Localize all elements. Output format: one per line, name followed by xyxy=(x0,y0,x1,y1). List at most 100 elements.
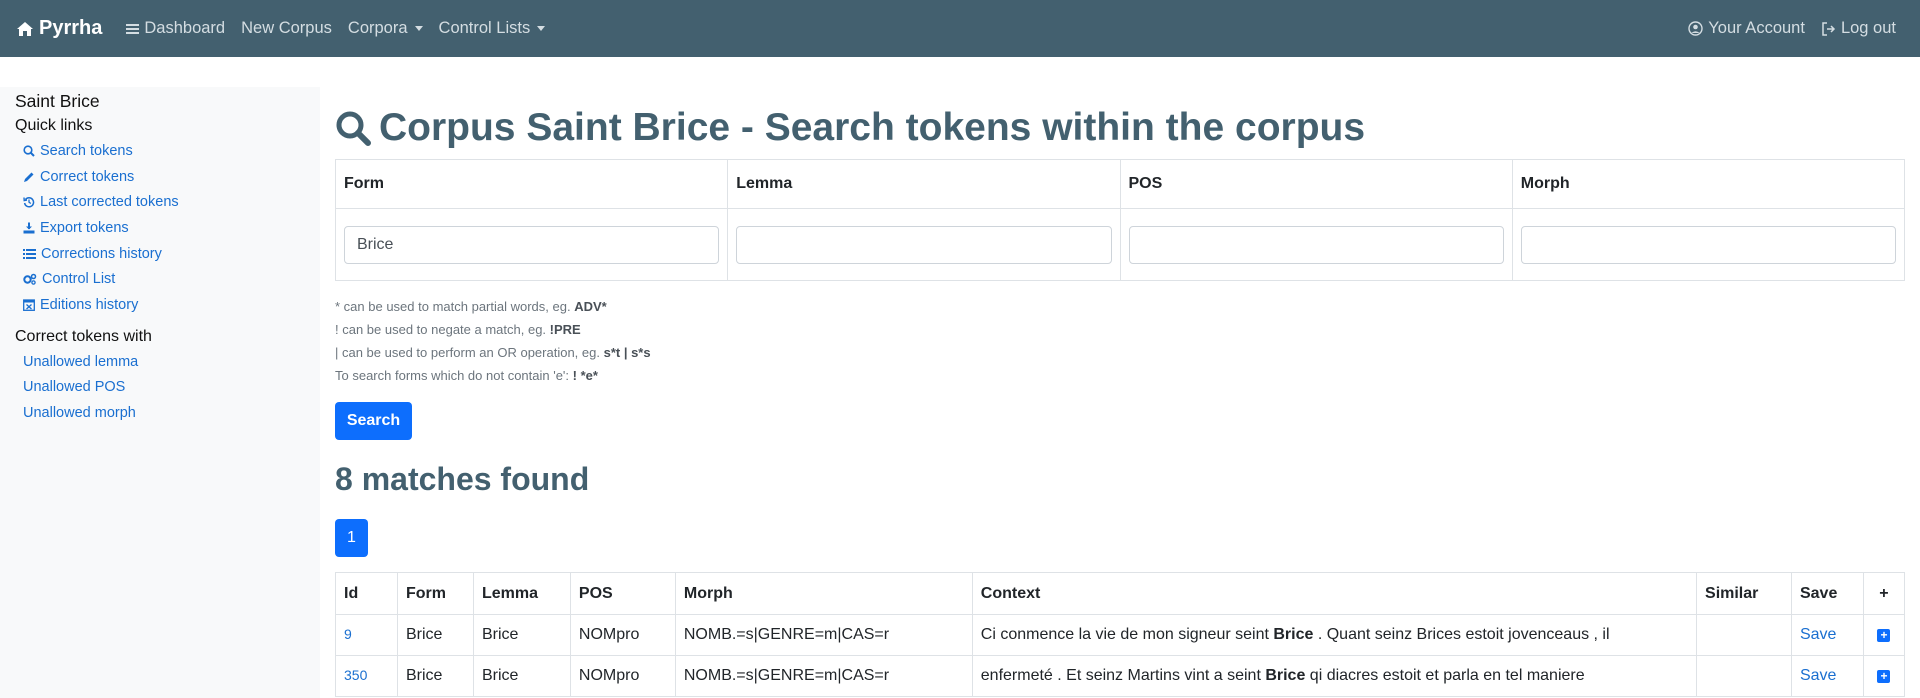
search-cell-morph xyxy=(1511,208,1906,281)
sidebar-link-label: Unallowed POS xyxy=(23,379,126,396)
hint-text: | can be used to perform an OR operation… xyxy=(335,345,604,360)
search-header-morph: Morph xyxy=(1511,159,1906,209)
caret-down-icon xyxy=(537,26,546,31)
cell-pos[interactable]: NOMpro xyxy=(569,614,676,656)
nav-control-lists-dropdown[interactable]: Control Lists xyxy=(439,19,546,38)
cell-add: + xyxy=(1862,655,1906,697)
sidebar-link-unallowed-lemma[interactable]: Unallowed lemma xyxy=(15,349,305,375)
nav-new-corpus[interactable]: New Corpus xyxy=(241,19,332,38)
lemma-input[interactable] xyxy=(736,225,1112,264)
sidebar-link-label: Control List xyxy=(42,271,116,288)
hint-example: ADV* xyxy=(574,299,607,314)
form-input[interactable] xyxy=(344,225,720,264)
context-before: Ci conmence la vie de mon signeur seint xyxy=(980,626,1274,643)
cell-similar xyxy=(1696,614,1792,656)
hint-text: To search forms which do not contain 'e'… xyxy=(335,368,573,383)
list-icon xyxy=(23,248,36,259)
top-navbar: Pyrrha Dashboard New Corpus Corpora Cont… xyxy=(0,0,1920,57)
sidebar-link-unallowed-morph[interactable]: Unallowed morph xyxy=(15,400,305,426)
nav-account-label: Your Account xyxy=(1708,19,1805,37)
cell-lemma[interactable]: Brice xyxy=(472,655,571,697)
sidebar-link-corrections-history[interactable]: Corrections history xyxy=(15,241,305,267)
nav-dashboard[interactable]: Dashboard xyxy=(126,19,225,38)
plus-square-icon[interactable]: + xyxy=(1877,670,1891,683)
sidebar-link-label: Editions history xyxy=(40,296,139,313)
sidebar-link-unallowed-pos[interactable]: Unallowed POS xyxy=(15,375,305,401)
nav-account[interactable]: Your Account xyxy=(1688,19,1805,38)
pos-input[interactable] xyxy=(1128,225,1504,264)
gears-icon xyxy=(23,274,37,286)
sign-out-icon xyxy=(1822,21,1835,36)
col-header-pos: POS xyxy=(569,572,676,615)
context-after: . Quant seinz Brices estoit jovenceaus ,… xyxy=(1313,626,1610,643)
sidebar-link-last-corrected[interactable]: Last corrected tokens xyxy=(15,189,305,215)
nav-corpora-dropdown[interactable]: Corpora xyxy=(348,19,423,38)
sidebar-link-label: Export tokens xyxy=(40,219,129,236)
sidebar-corpus-name: Saint Brice xyxy=(15,91,100,111)
context-token: Brice xyxy=(1273,626,1314,643)
search-button[interactable]: Search xyxy=(335,402,412,440)
sidebar-link-control-list[interactable]: Control List xyxy=(15,266,305,292)
cell-morph[interactable]: NOMB.=s|GENRE=m|CAS=r xyxy=(674,655,973,697)
cell-morph[interactable]: NOMB.=s|GENRE=m|CAS=r xyxy=(674,614,973,656)
cell-form[interactable]: Brice xyxy=(396,614,474,656)
hint-text: ! can be used to negate a match, eg. xyxy=(335,322,550,337)
search-header-row: Form Lemma POS Morph xyxy=(334,159,1906,209)
search-cell-form xyxy=(334,208,729,281)
sidebar-quick-links-title: Quick links xyxy=(15,117,93,134)
page-title: Corpus Saint Brice - Search tokens withi… xyxy=(335,103,1905,153)
page-title-text: Corpus Saint Brice - Search tokens withi… xyxy=(379,106,1366,149)
results-table: Id Form Lemma POS Morph Context Similar … xyxy=(335,572,1906,697)
nav-control-lists-label: Control Lists xyxy=(438,19,531,37)
cell-id: 350 xyxy=(335,655,398,697)
bars-icon xyxy=(126,23,140,34)
search-form-table: Form Lemma POS Morph xyxy=(334,159,1906,281)
search-hints: * can be used to match partial words, eg… xyxy=(335,295,651,387)
pagination-page-1[interactable]: 1 xyxy=(335,519,368,557)
main-content: Corpus Saint Brice - Search tokens withi… xyxy=(334,103,1906,697)
token-id-link[interactable]: 9 xyxy=(344,626,352,642)
save-link[interactable]: Save xyxy=(1800,626,1836,643)
caret-down-icon xyxy=(414,26,423,31)
cell-lemma[interactable]: Brice xyxy=(472,614,571,656)
home-icon xyxy=(17,21,33,36)
sidebar-link-correct-tokens[interactable]: Correct tokens xyxy=(15,164,305,190)
morph-input[interactable] xyxy=(1520,225,1896,264)
sidebar-link-label: Unallowed lemma xyxy=(23,353,139,370)
brand-link[interactable]: Pyrrha xyxy=(16,17,102,40)
plus-square-icon[interactable]: + xyxy=(1877,629,1891,642)
search-header-form: Form xyxy=(334,159,729,209)
table-row: 350 Brice Brice NOMpro NOMB.=s|GENRE=m|C… xyxy=(335,655,1906,697)
hint-line: To search forms which do not contain 'e'… xyxy=(335,364,651,387)
cell-id: 9 xyxy=(335,614,398,656)
cell-context: Ci conmence la vie de mon signeur seint … xyxy=(971,614,1698,656)
cell-pos[interactable]: NOMpro xyxy=(569,655,676,697)
sidebar-link-search-tokens[interactable]: Search tokens xyxy=(15,138,305,164)
hint-example: s*t | s*s xyxy=(603,345,651,360)
token-id-link[interactable]: 350 xyxy=(344,667,367,683)
hint-line: ! can be used to negate a match, eg. !PR… xyxy=(335,318,651,341)
nav-new-corpus-label: New Corpus xyxy=(241,19,332,37)
sidebar-link-editions-history[interactable]: Editions history xyxy=(15,292,305,318)
sidebar-link-label: Correct tokens xyxy=(40,168,135,185)
hint-line: | can be used to perform an OR operation… xyxy=(335,341,651,364)
save-link[interactable]: Save xyxy=(1800,667,1836,684)
sidebar-link-export-tokens[interactable]: Export tokens xyxy=(15,215,305,241)
col-header-form: Form xyxy=(396,572,474,615)
hint-text: * can be used to match partial words, eg… xyxy=(335,299,575,314)
download-icon xyxy=(23,222,35,234)
col-header-similar: Similar xyxy=(1696,572,1792,615)
brand-name: Pyrrha xyxy=(39,17,103,39)
cell-save: Save xyxy=(1790,655,1864,697)
search-header-pos: POS xyxy=(1119,159,1513,209)
nav-logout[interactable]: Log out xyxy=(1821,19,1896,38)
table-row: 9 Brice Brice NOMpro NOMB.=s|GENRE=m|CAS… xyxy=(335,614,1906,656)
hint-example: ! *e* xyxy=(572,368,598,383)
user-circle-icon xyxy=(1688,21,1703,36)
cell-form[interactable]: Brice xyxy=(396,655,474,697)
cell-add: + xyxy=(1862,614,1906,656)
context-token: Brice xyxy=(1265,667,1306,684)
cell-context: enfermeté . Et seinz Martins vint a sein… xyxy=(971,655,1698,697)
sidebar-correct-with-title: Correct tokens with xyxy=(15,327,152,345)
context-after: qi diacres estoit et parla en tel manier… xyxy=(1305,667,1585,684)
